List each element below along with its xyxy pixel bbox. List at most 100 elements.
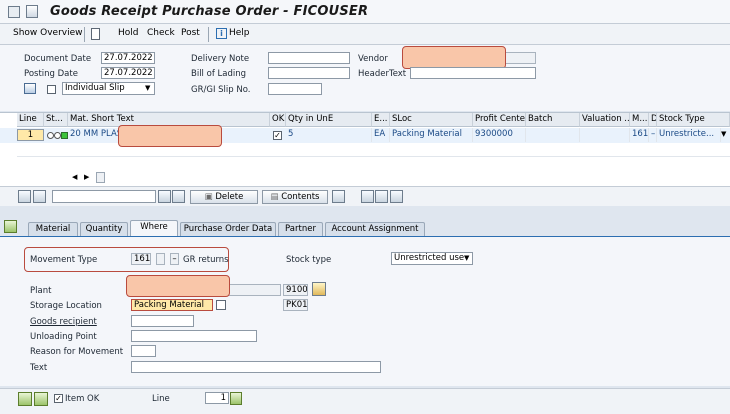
layout-icon[interactable] xyxy=(375,190,388,203)
row-unit-cell[interactable]: EA xyxy=(372,128,390,142)
chevron-down-icon[interactable]: ▼ xyxy=(464,254,469,262)
chevron-down-icon[interactable]: ▼ xyxy=(721,130,726,138)
find-icon[interactable] xyxy=(158,190,171,203)
bill-of-lading-label: Bill of Lading xyxy=(191,69,246,79)
delivery-note-field[interactable] xyxy=(268,52,350,64)
redacted-plant xyxy=(126,275,230,297)
print-checkbox[interactable] xyxy=(47,85,56,94)
column-header-unit[interactable]: E... xyxy=(372,113,390,127)
column-header-status[interactable]: St... xyxy=(44,113,68,127)
tab-purchase-order-data[interactable]: Purchase Order Data xyxy=(180,222,276,236)
next-item-icon[interactable] xyxy=(34,392,48,406)
check-button[interactable]: Check xyxy=(147,28,175,38)
collapse-detail-icon[interactable] xyxy=(4,220,17,233)
tab-quantity[interactable]: Quantity xyxy=(80,222,128,236)
horizontal-scrollbar[interactable] xyxy=(96,172,105,183)
item-text-field[interactable] xyxy=(131,361,381,373)
go-to-line-icon[interactable] xyxy=(230,392,242,405)
row-ok-checkbox[interactable]: ✓ xyxy=(273,131,282,140)
delete-label: Delete xyxy=(215,192,244,202)
storage-location-field[interactable]: Packing Material xyxy=(131,299,213,311)
window-title: Goods Receipt Purchase Order - FICOUSER xyxy=(50,4,369,19)
posting-date-field[interactable]: 27.07.2022 xyxy=(101,67,155,79)
info-icon[interactable]: i xyxy=(216,28,227,39)
column-header-stock-type[interactable]: Stock Type xyxy=(657,113,730,127)
tab-account-assignment[interactable]: Account Assignment xyxy=(325,222,425,236)
reason-for-movement-field[interactable] xyxy=(131,345,156,357)
previous-item-icon[interactable] xyxy=(18,392,32,406)
printer-icon[interactable] xyxy=(24,83,36,94)
stock-type-label: Stock type xyxy=(286,255,332,265)
column-header-batch[interactable]: Batch xyxy=(526,113,580,127)
row-batch-cell[interactable] xyxy=(526,128,580,142)
row-d-cell[interactable]: – xyxy=(649,128,657,142)
scroll-left-icon[interactable]: ◀ xyxy=(72,173,77,181)
deselect-all-icon[interactable] xyxy=(33,190,46,203)
line-number-field[interactable]: 1 xyxy=(205,392,229,404)
scroll-right-icon[interactable]: ▶ xyxy=(84,173,89,181)
column-header-line[interactable]: Line xyxy=(17,113,44,127)
menu-icon[interactable] xyxy=(8,6,20,18)
table-row[interactable]: 1 20 MM PLAS ✓ 5 EA Packing Material 930… xyxy=(0,128,730,143)
delete-button[interactable]: ▣ Delete xyxy=(190,190,258,204)
row-qty-cell[interactable]: 5 xyxy=(286,128,372,142)
row-movement-cell[interactable]: 161 xyxy=(630,128,649,142)
bill-of-lading-field[interactable] xyxy=(268,67,350,79)
movement-type-text: GR returns xyxy=(183,255,229,265)
column-header-profit-center[interactable]: Profit Center xyxy=(473,113,526,127)
vendor-label: Vendor xyxy=(358,54,388,64)
find-next-icon[interactable] xyxy=(172,190,185,203)
gr-gi-slip-label: GR/GI Slip No. xyxy=(191,85,251,95)
movement-type-field: 161 xyxy=(131,253,151,265)
contents-label: Contents xyxy=(281,192,320,202)
row-valuation-cell[interactable] xyxy=(580,128,630,142)
item-search-field[interactable] xyxy=(52,190,156,203)
header-text-field[interactable] xyxy=(410,67,536,79)
column-header-valuation[interactable]: Valuation ... xyxy=(580,113,630,127)
show-overview-button[interactable]: Show Overview xyxy=(13,28,83,38)
title-bar: Goods Receipt Purchase Order - FICOUSER xyxy=(0,0,730,24)
post-button[interactable]: Post xyxy=(181,28,200,38)
slip-select[interactable]: Individual Slip xyxy=(62,82,155,95)
stock-type-select[interactable]: Unrestricted use xyxy=(391,252,473,265)
new-document-icon[interactable] xyxy=(91,28,100,40)
column-header-d[interactable]: D xyxy=(649,113,657,127)
toolbar-separator xyxy=(84,27,85,42)
plant-address-icon[interactable] xyxy=(312,282,326,296)
column-header-ok[interactable]: OK xyxy=(270,113,286,127)
storage-location-label: Storage Location xyxy=(30,301,102,311)
tab-partner[interactable]: Partner xyxy=(278,222,323,236)
plant-code-field: 9100 xyxy=(283,284,308,296)
goods-recipient-field[interactable] xyxy=(131,315,194,327)
document-date-label: Document Date xyxy=(24,54,92,64)
column-header-movement[interactable]: M... xyxy=(630,113,649,127)
row-sloc-cell[interactable]: Packing Material xyxy=(390,128,473,142)
row-line-cell[interactable]: 1 xyxy=(17,129,44,141)
delivery-note-label: Delivery Note xyxy=(191,54,250,64)
copy-icon[interactable] xyxy=(216,300,226,310)
chevron-down-icon[interactable]: ▼ xyxy=(145,84,150,92)
tab-material[interactable]: Material xyxy=(28,222,78,236)
column-header-qty[interactable]: Qty in UnE xyxy=(286,113,372,127)
export-icon[interactable] xyxy=(390,190,403,203)
unloading-point-field[interactable] xyxy=(131,330,257,342)
unloading-point-label: Unloading Point xyxy=(30,332,97,342)
tab-where[interactable]: Where xyxy=(130,220,178,236)
gr-gi-slip-field[interactable] xyxy=(268,83,322,95)
table-row[interactable] xyxy=(17,143,730,157)
goods-recipient-label[interactable]: Goods recipient xyxy=(30,317,97,327)
row-stock-type-cell[interactable]: Unrestricte... xyxy=(657,128,721,142)
settings-icon[interactable] xyxy=(361,190,374,203)
document-date-field[interactable]: 27.07.2022 xyxy=(101,52,155,64)
select-all-icon[interactable] xyxy=(18,190,31,203)
hold-button[interactable]: Hold xyxy=(118,28,139,38)
plant-label: Plant xyxy=(30,286,52,296)
column-header-sloc[interactable]: SLoc xyxy=(390,113,473,127)
status-ok-icon xyxy=(61,132,68,139)
item-ok-checkbox[interactable]: ✓ xyxy=(54,394,63,403)
movement-sign-field: – xyxy=(170,253,179,265)
contents-button[interactable]: ▤ Contents xyxy=(262,190,328,204)
help-button[interactable]: Help xyxy=(229,28,250,38)
row-profit-center-cell[interactable]: 9300000 xyxy=(473,128,526,142)
copy-item-icon[interactable] xyxy=(332,190,345,203)
